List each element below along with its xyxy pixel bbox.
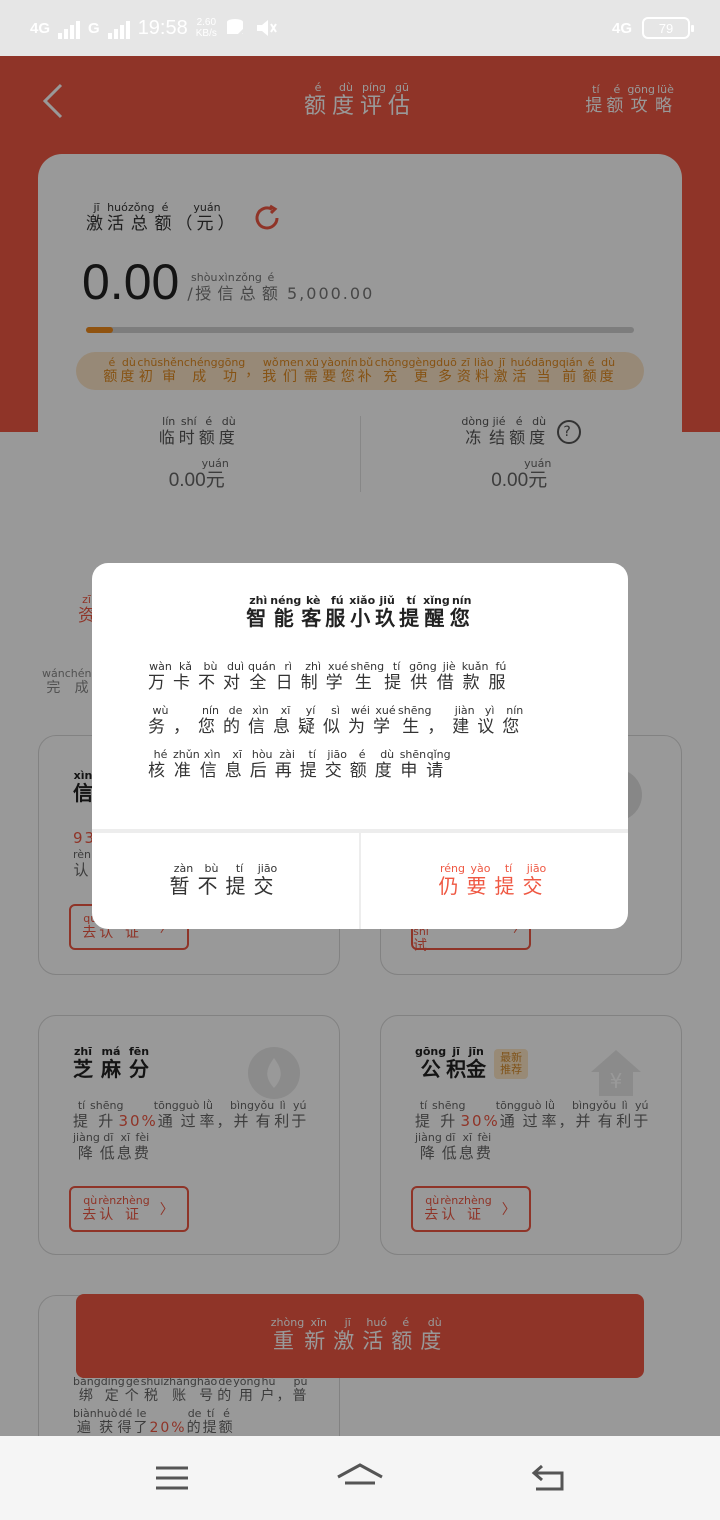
cancel-submit-button[interactable]: 暂zàn 不bù 提tí 交jiāo <box>92 833 359 929</box>
dialog-line-3: 核hé准zhǔn信xìn息xī后hòu再zài提tí交jiāo额é度dù申shē… <box>148 748 452 781</box>
dialog-actions: 暂zàn 不bù 提tí 交jiāo 仍réng 要yào 提tí 交jiāo <box>92 833 628 929</box>
status-right: 4G 79 <box>611 17 694 39</box>
network-type-2: G <box>88 19 100 37</box>
network-type-1: 4G <box>30 19 51 37</box>
back-icon[interactable] <box>528 1461 568 1495</box>
battery-icon: 79 <box>642 17 694 39</box>
home-icon[interactable] <box>335 1461 385 1495</box>
mute-icon <box>256 20 277 36</box>
dialog-title: 智zhì能néng客kè服fú小xiǎo玖jiǔ提tí醒xǐng您nín <box>246 594 474 630</box>
menu-icon[interactable] <box>152 1461 192 1495</box>
data-saver-icon <box>226 19 247 37</box>
status-bar: 4G G 19:58 2.60 KB/s 4G 79 <box>0 0 720 56</box>
network-speed: 2.60 KB/s <box>196 17 217 39</box>
speed-unit: KB/s <box>195 28 217 39</box>
network-type-right: 4G <box>611 19 632 37</box>
signal-icon-1 <box>58 17 81 39</box>
system-nav-bar <box>0 1436 720 1520</box>
dialog-line-1: 万wàn卡kǎ不bù对duì全quán日rì制zhì学xué生shēng提tí供… <box>148 660 514 693</box>
student-warning-dialog: 智zhì能néng客kè服fú小xiǎo玖jiǔ提tí醒xǐng您nín 万wà… <box>92 563 628 929</box>
signal-icon-2 <box>107 17 130 39</box>
speed-value: 2.60 <box>196 17 217 28</box>
dialog-line-2: 务wù，您nín的de信xìn息xī疑yí似sì为wéi学xué生shēng，建… <box>148 704 528 737</box>
confirm-submit-button[interactable]: 仍réng 要yào 提tí 交jiāo <box>359 833 628 929</box>
dialog-message: 万wàn卡kǎ不bù对duì全quán日rì制zhì学xué生shēng提tí供… <box>148 660 578 793</box>
status-left: 4G G 19:58 2.60 KB/s <box>30 17 277 40</box>
clock: 19:58 <box>137 16 188 39</box>
